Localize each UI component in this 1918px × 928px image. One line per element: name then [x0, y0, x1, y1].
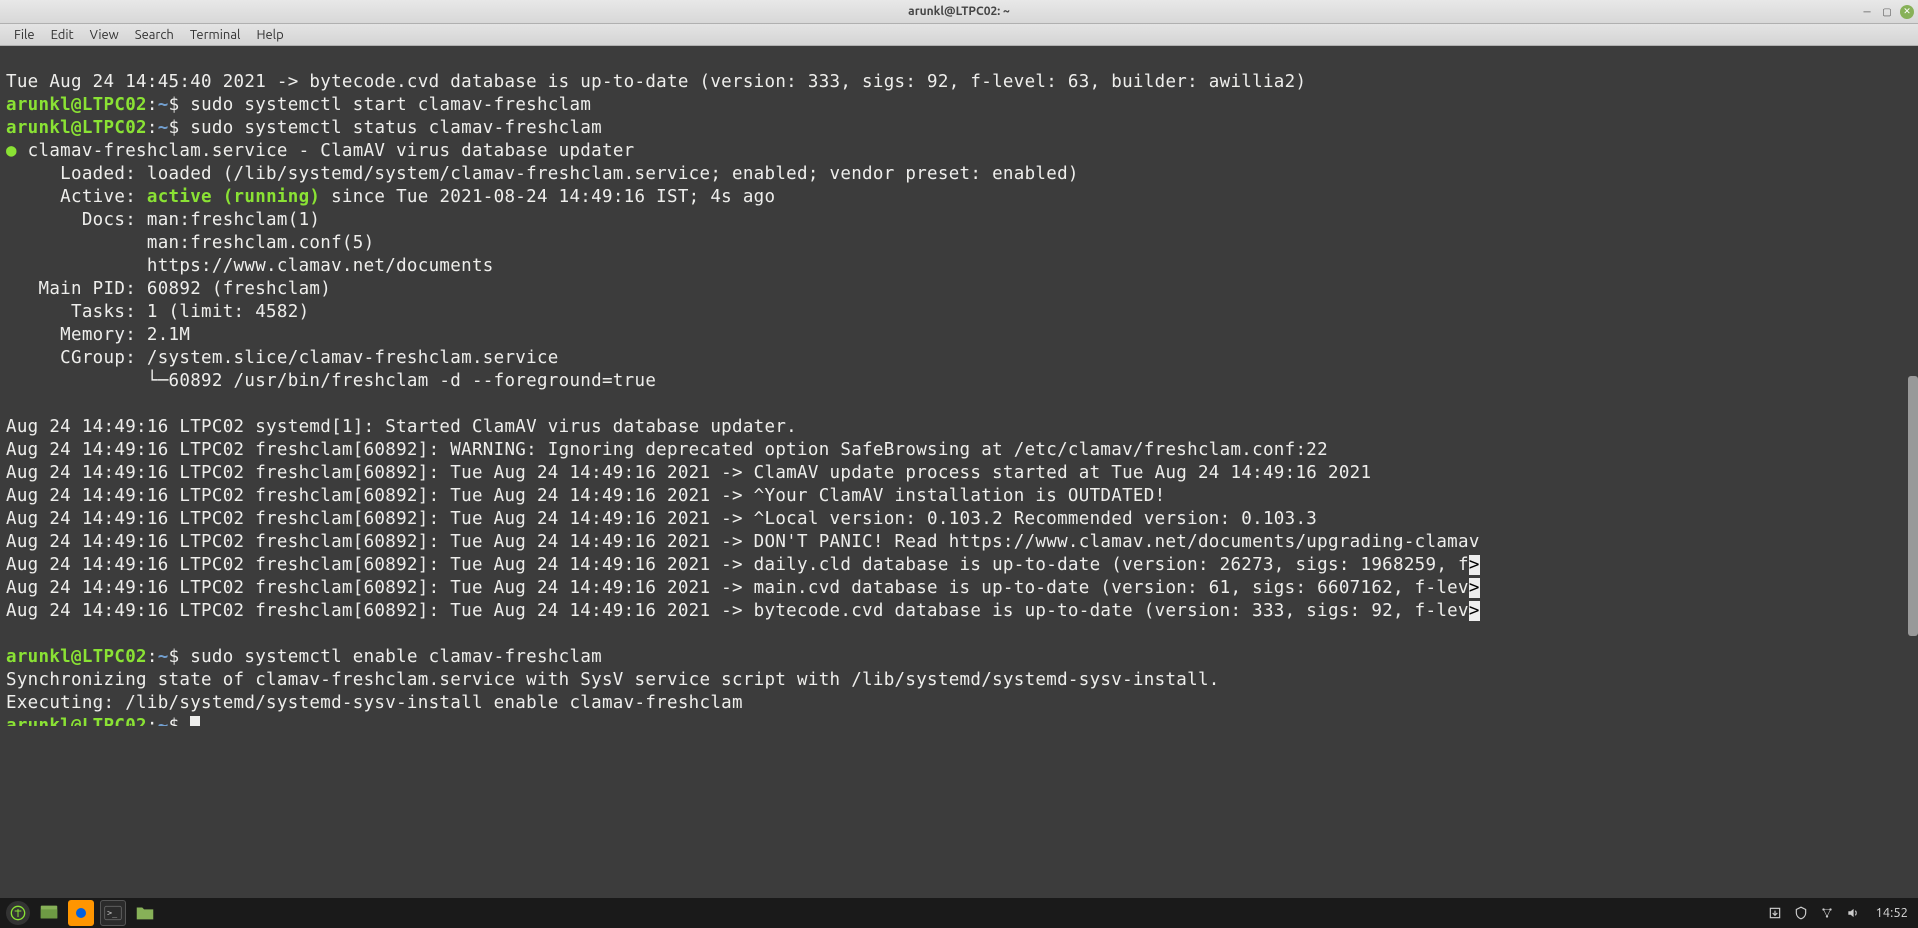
prompt-dollar: $	[169, 716, 180, 726]
prompt-colon: :	[147, 118, 158, 138]
active-status: active (running)	[147, 187, 320, 207]
taskbar-right: 14:52	[1767, 905, 1912, 921]
taskbar-left: >_	[6, 900, 158, 926]
prompt-dollar: $	[169, 647, 180, 667]
window-title: arunkl@LTPC02: ~	[908, 5, 1010, 18]
log-line: Aug 24 14:49:16 LTPC02 freshclam[60892]:…	[6, 509, 1317, 529]
active-since: since Tue 2021-08-24 14:49:16 IST; 4s ag…	[320, 187, 775, 207]
menu-view[interactable]: View	[82, 26, 127, 44]
close-button[interactable]: ✕	[1900, 5, 1914, 19]
prompt-path: ~	[158, 118, 169, 138]
svg-text:>_: >_	[107, 908, 118, 918]
docs-line: Docs: man:freshclam(1)	[6, 210, 320, 230]
output-line: Synchronizing state of clamav-freshclam.…	[6, 670, 1220, 690]
wrap-indicator: >	[1469, 578, 1480, 598]
window-controls: ─ ▢ ✕	[1860, 5, 1914, 19]
firefox-icon[interactable]	[68, 900, 94, 926]
menu-help[interactable]: Help	[248, 26, 291, 44]
prompt-user: arunkl@LTPC02	[6, 95, 147, 115]
command-text: sudo systemctl status clamav-freshclam	[179, 118, 602, 138]
log-line: Aug 24 14:49:16 LTPC02 systemd[1]: Start…	[6, 417, 797, 437]
wrap-indicator: >	[1469, 601, 1480, 621]
menu-search[interactable]: Search	[127, 26, 182, 44]
docs-line: man:freshclam.conf(5)	[6, 233, 374, 253]
tasks-line: Tasks: 1 (limit: 4582)	[6, 302, 309, 322]
command-text: sudo systemctl enable clamav-freshclam	[179, 647, 602, 667]
memory-line: Memory: 2.1M	[6, 325, 190, 345]
window-titlebar: arunkl@LTPC02: ~ ─ ▢ ✕	[0, 0, 1918, 24]
clock[interactable]: 14:52	[1871, 906, 1912, 920]
prompt-user: arunkl@LTPC02	[6, 118, 147, 138]
scrollbar[interactable]	[1908, 376, 1918, 636]
prompt-dollar: $	[169, 95, 180, 115]
menu-edit[interactable]: Edit	[43, 26, 82, 44]
maximize-button[interactable]: ▢	[1880, 5, 1894, 19]
menu-terminal[interactable]: Terminal	[182, 26, 249, 44]
prompt-colon: :	[147, 716, 158, 726]
service-header: clamav-freshclam.service - ClamAV virus …	[17, 141, 635, 161]
wrap-indicator: >	[1469, 555, 1480, 575]
minimize-button[interactable]: ─	[1860, 5, 1874, 19]
output-line: Executing: /lib/systemd/systemd-sysv-ins…	[6, 693, 743, 713]
loaded-line: Loaded: loaded (/lib/systemd/system/clam…	[6, 164, 1079, 184]
prompt-colon: :	[147, 95, 158, 115]
menu-bar: File Edit View Search Terminal Help	[0, 24, 1918, 46]
status-bullet-icon: ●	[6, 141, 17, 161]
prompt-user: arunkl@LTPC02	[6, 647, 147, 667]
taskbar: >_ 14:52	[0, 898, 1918, 928]
menu-file[interactable]: File	[6, 26, 43, 44]
prompt-path: ~	[158, 95, 169, 115]
cgroup-line: CGroup: /system.slice/clamav-freshclam.s…	[6, 348, 559, 368]
log-line: Aug 24 14:49:16 LTPC02 freshclam[60892]:…	[6, 463, 1371, 483]
volume-tray-icon[interactable]	[1845, 905, 1861, 921]
start-menu-icon[interactable]	[6, 901, 30, 925]
network-tray-icon[interactable]	[1819, 905, 1835, 921]
command-text: sudo systemctl start clamav-freshclam	[179, 95, 591, 115]
update-tray-icon[interactable]	[1767, 905, 1783, 921]
prompt-colon: :	[147, 647, 158, 667]
log-line: Aug 24 14:49:16 LTPC02 freshclam[60892]:…	[6, 601, 1469, 621]
log-line: Aug 24 14:49:16 LTPC02 freshclam[60892]:…	[6, 486, 1165, 506]
mainpid-line: Main PID: 60892 (freshclam)	[6, 279, 331, 299]
prompt-path: ~	[158, 647, 169, 667]
terminal-app-icon[interactable]: >_	[100, 900, 126, 926]
output-line: Tue Aug 24 14:45:40 2021 -> bytecode.cvd…	[6, 72, 1306, 92]
shield-tray-icon[interactable]	[1793, 905, 1809, 921]
terminal-output[interactable]: Tue Aug 24 14:45:40 2021 -> bytecode.cvd…	[0, 46, 1918, 726]
cgroup-child: └─60892 /usr/bin/freshclam -d --foregrou…	[6, 371, 656, 391]
docs-line: https://www.clamav.net/documents	[6, 256, 494, 276]
log-line: Aug 24 14:49:16 LTPC02 freshclam[60892]:…	[6, 578, 1469, 598]
cursor-icon	[190, 716, 200, 726]
active-label: Active:	[6, 187, 147, 207]
log-line: Aug 24 14:49:16 LTPC02 freshclam[60892]:…	[6, 555, 1469, 575]
folder-icon[interactable]	[132, 900, 158, 926]
log-line: Aug 24 14:49:16 LTPC02 freshclam[60892]:…	[6, 532, 1480, 552]
files-icon[interactable]	[36, 900, 62, 926]
prompt-path: ~	[158, 716, 169, 726]
prompt-user: arunkl@LTPC02	[6, 716, 147, 726]
log-line: Aug 24 14:49:16 LTPC02 freshclam[60892]:…	[6, 440, 1328, 460]
prompt-dollar: $	[169, 118, 180, 138]
